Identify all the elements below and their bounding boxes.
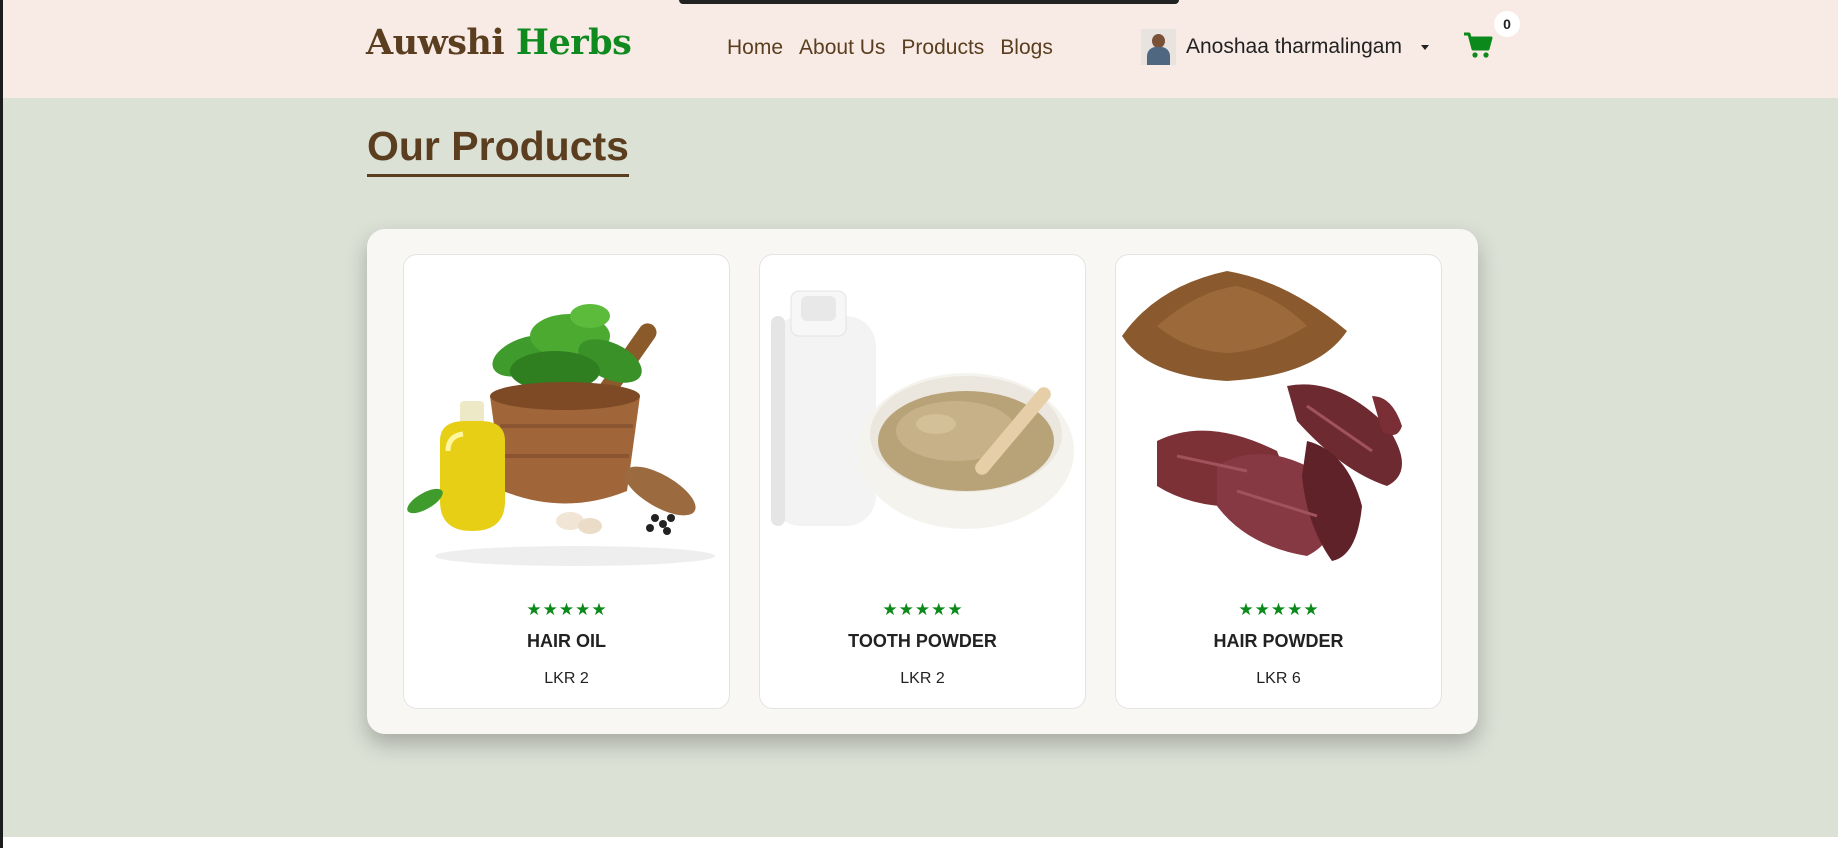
product-name[interactable]: HAIR POWDER <box>1116 631 1441 652</box>
rating-stars: ★ ★ ★ ★ ★ <box>404 601 729 618</box>
star-icon: ★ <box>947 600 963 619</box>
product-name[interactable]: HAIR OIL <box>404 631 729 652</box>
caret-down-icon[interactable] <box>1420 44 1429 50</box>
star-icon: ★ <box>575 600 591 619</box>
nav-item-about-us[interactable]: About Us <box>799 36 885 60</box>
star-icon: ★ <box>542 600 558 619</box>
footer-strip <box>3 837 1838 848</box>
star-icon: ★ <box>1303 600 1319 619</box>
nav-item-blogs[interactable]: Blogs <box>1000 36 1053 60</box>
cart-icon[interactable] <box>1463 30 1493 60</box>
cart-count-badge: 0 <box>1494 11 1520 37</box>
star-icon: ★ <box>1287 600 1303 619</box>
star-icon: ★ <box>1254 600 1270 619</box>
star-icon: ★ <box>898 600 914 619</box>
products-panel: ★ ★ ★ ★ ★ HAIR OIL LKR 2 ★ ★ ★ ★ ★ TOOTH… <box>367 229 1478 734</box>
product-price: LKR 2 <box>900 670 945 687</box>
nav-item-products[interactable]: Products <box>901 36 984 60</box>
star-icon: ★ <box>526 600 542 619</box>
product-name[interactable]: TOOTH POWDER <box>760 631 1085 652</box>
main-nav: Home About Us Products Blogs <box>727 36 1053 60</box>
window-edge <box>0 0 3 848</box>
avatar <box>1141 29 1176 65</box>
nav-item-home[interactable]: Home <box>727 36 783 60</box>
product-image-hair-oil[interactable] <box>405 256 728 576</box>
star-icon: ★ <box>558 600 575 619</box>
product-card-tooth-powder[interactable]: ★ ★ ★ ★ ★ TOOTH POWDER LKR 2 <box>759 254 1086 709</box>
user-name: Anoshaa tharmalingam <box>1186 35 1402 58</box>
star-icon: ★ <box>1270 600 1287 619</box>
star-icon: ★ <box>914 600 931 619</box>
user-menu[interactable]: Anoshaa tharmalingam <box>1141 29 1429 65</box>
main-content: Our Products ★ ★ ★ ★ ★ HAIR OIL LKR 2 ★ … <box>3 98 1838 837</box>
product-price: LKR 2 <box>544 670 589 687</box>
star-icon: ★ <box>882 600 898 619</box>
brand-name-part1: Auwshi <box>366 22 505 63</box>
top-overlay-bar <box>679 0 1179 4</box>
product-card-hair-oil[interactable]: ★ ★ ★ ★ ★ HAIR OIL LKR 2 <box>403 254 730 709</box>
product-image-tooth-powder[interactable] <box>761 256 1084 576</box>
rating-stars: ★ ★ ★ ★ ★ <box>1116 601 1441 618</box>
product-card-hair-powder[interactable]: ★ ★ ★ ★ ★ HAIR POWDER LKR 6 <box>1115 254 1442 709</box>
rating-stars: ★ ★ ★ ★ ★ <box>760 601 1085 618</box>
brand-logo[interactable]: Auwshi Herbs <box>366 22 632 63</box>
star-icon: ★ <box>1238 600 1254 619</box>
brand-name-part2: Herbs <box>515 22 632 63</box>
page-title: Our Products <box>367 123 629 177</box>
star-icon: ★ <box>931 600 947 619</box>
product-image-hair-powder[interactable] <box>1117 256 1440 576</box>
star-icon: ★ <box>591 600 607 619</box>
product-price: LKR 6 <box>1256 670 1301 687</box>
